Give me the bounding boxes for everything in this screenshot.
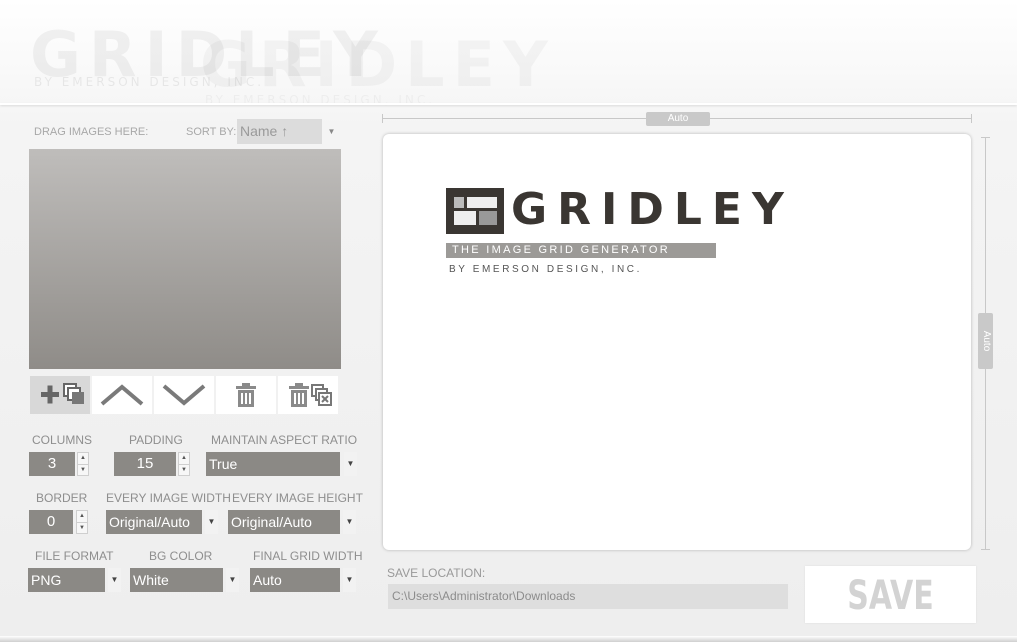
sort-by-label: SORT BY: (186, 126, 237, 138)
grid-width-value: Auto (250, 568, 340, 592)
chevron-down-icon (162, 384, 206, 406)
image-height-label: EVERY IMAGE HEIGHT (232, 491, 363, 505)
stepper-up-icon[interactable]: ▲ (179, 453, 189, 465)
file-format-label: FILE FORMAT (35, 549, 114, 563)
header-divider (0, 103, 1017, 105)
width-ruler-right-cap (971, 114, 972, 123)
stepper-down-icon[interactable]: ▼ (179, 465, 189, 476)
header-watermark-title-ghost: GRIDLEY (200, 28, 556, 101)
stepper-down-icon[interactable]: ▼ (78, 465, 88, 476)
move-down-button[interactable] (154, 376, 214, 414)
border-stepper[interactable]: ▲ ▼ (76, 510, 88, 534)
save-location-input[interactable]: C:\Users\Administrator\Downloads (388, 584, 788, 609)
chevron-down-icon: ▼ (343, 568, 356, 592)
image-drop-zone[interactable] (29, 149, 341, 369)
sort-by-value: Name ↑ (237, 119, 322, 144)
chevron-down-icon: ▼ (205, 510, 218, 534)
logo-byline: BY EMERSON DESIGN, INC. (449, 264, 642, 275)
chevron-down-icon: ▼ (344, 452, 357, 476)
padding-stepper[interactable]: ▲ ▼ (178, 452, 190, 476)
file-format-value: PNG (28, 568, 105, 592)
stepper-up-icon[interactable]: ▲ (77, 511, 87, 523)
columns-label: COLUMNS (32, 433, 93, 447)
height-ruler-label: Auto (981, 330, 992, 352)
bottom-edge (0, 636, 1017, 642)
height-ruler-bottom-cap (981, 549, 990, 550)
aspect-ratio-select[interactable]: True ▼ (206, 452, 357, 476)
aspect-ratio-value: True (206, 452, 340, 476)
width-ruler-left-cap (382, 114, 383, 123)
border-label: BORDER (36, 491, 88, 505)
save-button-label: SAVE (847, 573, 934, 619)
delete-all-icon (289, 383, 332, 407)
save-button[interactable]: SAVE (805, 566, 976, 623)
add-images-icon (41, 383, 84, 404)
file-format-select[interactable]: PNG ▼ (28, 568, 122, 592)
logo-title: GRIDLEY (511, 184, 794, 235)
aspect-ratio-label: MAINTAIN ASPECT RATIO (211, 433, 358, 447)
image-width-value: Original/Auto (106, 510, 202, 534)
chevron-down-icon: ▼ (343, 510, 356, 534)
bg-color-select[interactable]: White ▼ (130, 568, 240, 592)
image-width-label: EVERY IMAGE WIDTH (106, 491, 231, 505)
width-ruler-label[interactable]: Auto (646, 112, 710, 126)
sort-by-select[interactable]: Name ↑ ▼ (237, 119, 338, 144)
bg-color-value: White (130, 568, 223, 592)
logo-tagline: THE IMAGE GRID GENERATOR (446, 243, 716, 258)
columns-stepper[interactable]: ▲ ▼ (77, 452, 89, 476)
chevron-down-icon: ▼ (226, 568, 239, 592)
border-input[interactable]: 0 (29, 510, 73, 534)
padding-label: PADDING (129, 433, 183, 447)
columns-input[interactable]: 3 (29, 452, 75, 476)
chevron-up-icon (100, 384, 144, 406)
delete-button[interactable] (216, 376, 276, 414)
add-images-button[interactable] (30, 376, 90, 414)
header-watermark-sub: BY EMERSON DESIGN, INC. (34, 75, 265, 89)
height-ruler-top-cap (981, 137, 990, 138)
grid-width-select[interactable]: Auto ▼ (250, 568, 357, 592)
grid-width-label: FINAL GRID WIDTH (253, 549, 363, 563)
image-height-select[interactable]: Original/Auto ▼ (228, 510, 357, 534)
trash-icon (236, 383, 256, 407)
drag-images-label: DRAG IMAGES HERE: (34, 126, 149, 138)
stepper-up-icon[interactable]: ▲ (78, 453, 88, 465)
move-up-button[interactable] (92, 376, 152, 414)
chevron-down-icon: ▼ (108, 568, 121, 592)
chevron-down-icon: ▼ (327, 127, 336, 136)
bg-color-label: BG COLOR (149, 549, 213, 563)
image-width-select[interactable]: Original/Auto ▼ (106, 510, 219, 534)
gridley-logo-icon (446, 188, 504, 234)
preview-canvas: GRIDLEY THE IMAGE GRID GENERATOR BY EMER… (383, 134, 971, 550)
stepper-down-icon[interactable]: ▼ (77, 523, 87, 534)
height-ruler-handle[interactable]: Auto (978, 313, 993, 369)
save-location-label: SAVE LOCATION: (387, 566, 486, 580)
image-height-value: Original/Auto (228, 510, 340, 534)
delete-all-button[interactable] (278, 376, 338, 414)
padding-input[interactable]: 15 (114, 452, 176, 476)
